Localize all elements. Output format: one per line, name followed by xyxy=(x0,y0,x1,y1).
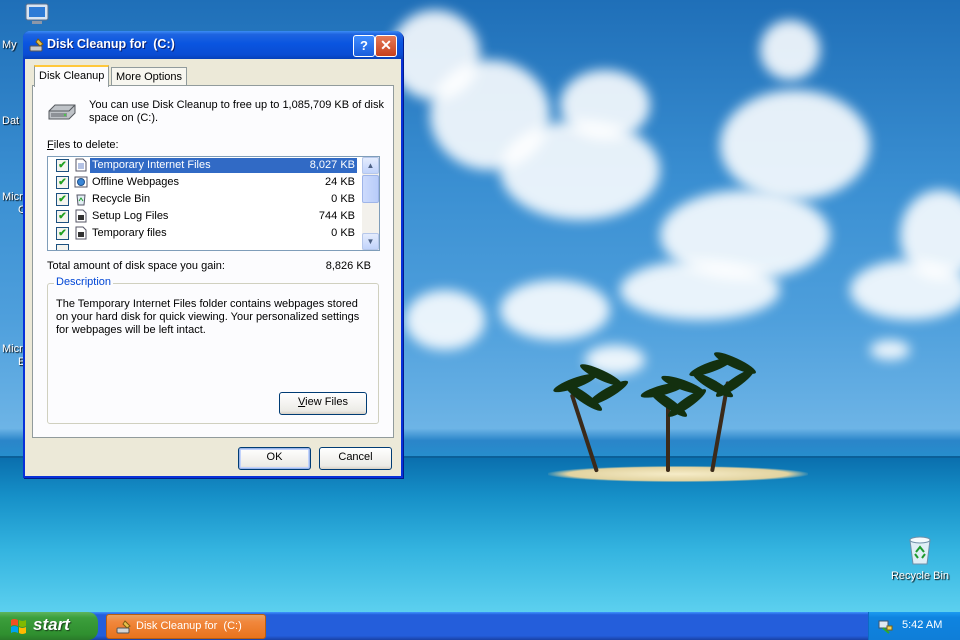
windows-logo-icon xyxy=(11,619,26,634)
file-category-name: Recycle Bin xyxy=(92,193,151,205)
desktop-icon-label[interactable]: Micr xyxy=(2,191,23,203)
scroll-up-button[interactable]: ▲ xyxy=(362,157,379,174)
log-file-icon xyxy=(75,209,87,223)
network-icon[interactable] xyxy=(877,618,893,634)
help-icon: ? xyxy=(360,38,368,53)
list-scrollbar[interactable]: ▲ ▼ xyxy=(362,157,379,250)
files-to-delete-label: Files to delete: xyxy=(47,139,119,151)
description-text: The Temporary Internet Files folder cont… xyxy=(56,298,360,336)
chevron-down-icon: ▼ xyxy=(366,237,375,246)
ok-button[interactable]: OK xyxy=(238,447,311,470)
file-category-name: Temporary files xyxy=(92,227,167,239)
my-computer-icon[interactable] xyxy=(24,2,54,28)
tab-disk-cleanup[interactable]: Disk Cleanup xyxy=(34,65,110,87)
clock[interactable]: 5:42 AM xyxy=(902,619,942,631)
scroll-down-button[interactable]: ▼ xyxy=(362,233,379,250)
list-item[interactable]: ✔ Temporary files 0 KB xyxy=(48,225,361,242)
window-titlebar[interactable]: Disk Cleanup for (C:) ? ✕ xyxy=(23,31,403,59)
file-category-size: 0 KB xyxy=(331,193,355,205)
total-space-label: Total amount of disk space you gain: xyxy=(47,260,225,272)
file-category-size: 744 KB xyxy=(318,210,355,222)
view-files-button[interactable]: View Files xyxy=(279,392,367,415)
document-icon xyxy=(75,158,87,172)
checkbox[interactable]: ✔ xyxy=(56,176,69,189)
cancel-button[interactable]: Cancel xyxy=(319,447,392,470)
files-list[interactable]: ✔ Temporary Internet Files 8,027 KB ✔ Of… xyxy=(47,156,380,251)
close-button[interactable]: ✕ xyxy=(375,35,397,57)
taskbar: start Disk Cleanup for (C:) 5:42 AM xyxy=(0,612,960,640)
tab-more-options[interactable]: More Options xyxy=(111,67,188,86)
intro-text: You can use Disk Cleanup to free up to 1… xyxy=(89,99,384,124)
list-item[interactable] xyxy=(48,242,361,250)
taskbar-item-disk-cleanup[interactable]: Disk Cleanup for (C:) xyxy=(106,614,266,639)
web-page-icon xyxy=(74,176,88,188)
recycle-bin-desktop-icon[interactable]: Recycle Bin xyxy=(886,532,954,582)
file-category-size: 24 KB xyxy=(325,176,355,188)
scroll-thumb[interactable] xyxy=(362,175,379,203)
window-title: Disk Cleanup for (C:) xyxy=(47,37,175,51)
taskbar-item-label: Disk Cleanup for (C:) xyxy=(136,620,242,632)
desktop-icon-label[interactable]: Dat xyxy=(2,115,19,127)
total-space-value: 8,826 KB xyxy=(325,260,371,272)
start-label: start xyxy=(33,615,70,634)
recycle-bin-label: Recycle Bin xyxy=(890,570,950,582)
list-item[interactable]: ✔ Offline Webpages 24 KB xyxy=(48,174,361,191)
checkbox[interactable]: ✔ xyxy=(56,193,69,206)
desktop-icon-label[interactable]: My xyxy=(2,39,17,51)
file-category-size: 8,027 KB xyxy=(309,159,355,171)
disk-cleanup-window: Disk Cleanup for (C:) ? ✕ Disk Cleanup M… xyxy=(23,31,403,478)
temp-file-icon xyxy=(75,226,87,240)
help-button[interactable]: ? xyxy=(353,35,375,57)
description-title: Description xyxy=(54,276,114,288)
recycle-bin-icon xyxy=(909,536,931,565)
checkbox[interactable]: ✔ xyxy=(56,159,69,172)
file-category-name: Setup Log Files xyxy=(92,210,169,222)
sea xyxy=(0,458,960,612)
close-icon: ✕ xyxy=(380,37,392,53)
list-item[interactable]: ✔ Setup Log Files 744 KB xyxy=(48,208,361,225)
file-category-size: 0 KB xyxy=(331,227,355,239)
tab-panel: You can use Disk Cleanup to free up to 1… xyxy=(32,85,394,438)
checkbox[interactable] xyxy=(56,244,69,250)
recycle-bin-icon xyxy=(76,194,86,206)
desktop-icon-label[interactable]: Micr xyxy=(2,343,23,355)
hard-drive-icon xyxy=(48,104,76,120)
list-item[interactable]: ✔ Recycle Bin 0 KB xyxy=(48,191,361,208)
island xyxy=(548,466,808,482)
disk-cleanup-icon xyxy=(29,38,44,52)
description-group: Description The Temporary Internet Files… xyxy=(47,276,379,424)
list-item[interactable]: ✔ Temporary Internet Files 8,027 KB xyxy=(48,157,361,174)
checkbox[interactable]: ✔ xyxy=(56,227,69,240)
system-tray: 5:42 AM xyxy=(868,612,960,640)
disk-cleanup-icon xyxy=(116,620,131,634)
checkbox[interactable]: ✔ xyxy=(56,210,69,223)
file-category-name: Offline Webpages xyxy=(92,176,180,188)
chevron-up-icon: ▲ xyxy=(366,161,375,170)
start-button[interactable]: start xyxy=(0,612,98,640)
